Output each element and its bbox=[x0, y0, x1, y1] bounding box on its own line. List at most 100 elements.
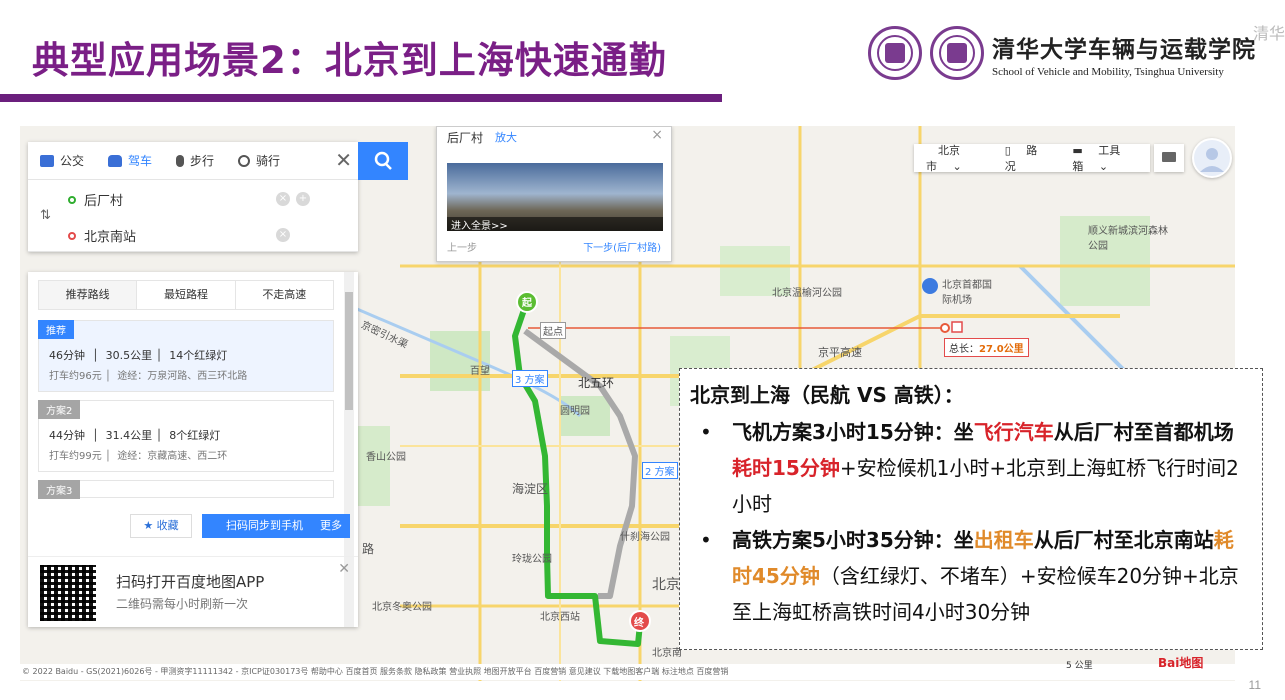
route-plan-3[interactable]: 方案3 bbox=[38, 480, 334, 499]
end-field-value: 北京南站 bbox=[84, 230, 137, 245]
route-plan-2[interactable]: 方案2 44分钟 │ 31.4公里 │ 8个红绿灯 打车约99元 │ 途经：京藏… bbox=[38, 400, 334, 472]
start-dot-icon bbox=[68, 195, 76, 204]
plan-distance: 31.4公里 bbox=[105, 429, 153, 442]
plan-summary: 44分钟 │ 31.4公里 │ 8个红绿灯 bbox=[49, 429, 221, 442]
flight-end-marker bbox=[951, 321, 963, 333]
plan3-map-tag[interactable]: 3 方案 bbox=[512, 370, 548, 387]
main-route bbox=[512, 300, 643, 647]
favorite-button[interactable]: ★ 收藏 bbox=[130, 514, 192, 538]
bullet-icon: • bbox=[700, 420, 712, 444]
school-name-en: School of Vehicle and Mobility, Tsinghua… bbox=[992, 66, 1224, 78]
comparison-textbox: 北京到上海（民航 VS 高铁）： • 飞机方案3小时15分钟：坐飞行汽车从后厂村… bbox=[679, 368, 1263, 650]
scrollbar-thumb[interactable] bbox=[345, 292, 353, 410]
place-label-dongao: 北京冬奥公园 bbox=[372, 602, 432, 613]
plan-via: 途经：京藏高速、西二环 bbox=[117, 451, 228, 462]
city-label-beijing: 北京 bbox=[652, 577, 680, 593]
search-icon bbox=[374, 151, 392, 170]
message-button[interactable] bbox=[1154, 144, 1184, 172]
mode-transit[interactable]: 公交 bbox=[40, 152, 84, 169]
sync-to-phone-button[interactable]: 扫码同步到手机 更多 bbox=[202, 514, 350, 538]
avatar[interactable] bbox=[1192, 138, 1232, 178]
mode-drive[interactable]: 驾车 bbox=[108, 152, 152, 169]
road-label-jingping: 京平高速 bbox=[818, 346, 862, 359]
airport-icon bbox=[922, 278, 938, 294]
start-field[interactable]: 后厂村 bbox=[68, 190, 123, 209]
end-field[interactable]: 北京南站 bbox=[68, 226, 136, 245]
route-search-panel: 公交 驾车 步行 骑行 ✕ ⇅ 后厂村 × + 北京南站 × bbox=[28, 142, 358, 252]
clear-start-icon[interactable]: × bbox=[276, 192, 290, 206]
clear-end-icon[interactable]: × bbox=[276, 228, 290, 242]
add-waypoint-icon[interactable]: + bbox=[296, 192, 310, 206]
plan-distance: 30.5公里 bbox=[105, 349, 153, 362]
message-icon bbox=[1162, 152, 1176, 162]
origin-tag: 起点 bbox=[540, 322, 566, 339]
place-label-baiwang: 百望 bbox=[470, 366, 490, 377]
flight-plan-item: • 飞机方案3小时15分钟：坐飞行汽车从后厂村至首都机场耗时15分钟+安检候机1… bbox=[690, 414, 1252, 522]
place-label-airport: 北京首都国际机场 bbox=[942, 280, 992, 306]
place-label-wenyu: 北京温榆河公园 bbox=[772, 288, 842, 299]
more-button[interactable]: 更多 bbox=[320, 514, 342, 538]
close-icon[interactable]: × bbox=[651, 127, 663, 143]
qr-title: 扫码打开百度地图APP bbox=[116, 573, 265, 591]
close-icon[interactable]: ✕ bbox=[335, 148, 352, 172]
map-footer: © 2022 Baidu - GS(2021)6026号 - 甲测资字11111… bbox=[20, 664, 1235, 680]
user-icon bbox=[1200, 148, 1224, 172]
end-marker-label: 终 bbox=[634, 618, 644, 629]
car-icon bbox=[108, 154, 123, 167]
prev-step-link[interactable]: 上一步 bbox=[447, 239, 477, 254]
tab-no-highway[interactable]: 不走高速 bbox=[236, 281, 333, 309]
plan-detail: 打车约99元 │ 途经：京藏高速、西二环 bbox=[49, 451, 228, 462]
total-distance-label: 总长：27.0公里 bbox=[944, 338, 1029, 357]
panorama-link[interactable]: 进入全景>> bbox=[447, 217, 663, 232]
plan-tag: 方案3 bbox=[38, 480, 81, 499]
tab-shortest[interactable]: 最短路程 bbox=[137, 281, 236, 309]
road-label-north5: 北五环 bbox=[578, 376, 615, 390]
rail-plan-route: 从后厂村至北京南站 bbox=[1033, 528, 1214, 552]
traffic-label: 路况 bbox=[1004, 144, 1038, 173]
place-label-shichahai: 什刹海公园 bbox=[620, 532, 670, 543]
flight-plan-route: 从后厂村至首都机场 bbox=[1053, 420, 1234, 444]
mode-drive-label: 驾车 bbox=[128, 154, 153, 168]
bus-icon bbox=[40, 154, 54, 167]
rail-plan-vehicle: 出租车 bbox=[973, 528, 1034, 552]
plan-time: 44分钟 bbox=[49, 429, 85, 442]
close-icon[interactable]: ✕ bbox=[338, 561, 350, 577]
mode-bike[interactable]: 骑行 bbox=[238, 152, 280, 169]
popup-zoom-link[interactable]: 放大 bbox=[495, 129, 517, 145]
slide: 典型应用场景2：北京到上海快速通勤 清华大学车辆与运载学院 School of … bbox=[0, 0, 1285, 700]
district-label-haidian: 海淀区 bbox=[512, 482, 549, 496]
place-label-beijing-south: 北京南 bbox=[652, 648, 682, 659]
tab-recommended[interactable]: 推荐路线 bbox=[39, 281, 138, 309]
plan-summary: 46分钟 │ 30.5公里 │ 14个红绿灯 bbox=[49, 349, 228, 362]
start-field-value: 后厂村 bbox=[84, 194, 124, 209]
place-label-beijing-west: 北京西站 bbox=[540, 612, 580, 623]
toolbox-button[interactable]: ▬ 工具箱 ⌄ bbox=[1060, 142, 1150, 174]
popup-title: 后厂村 bbox=[447, 131, 484, 145]
traffic-button[interactable]: ▯ 路况 bbox=[993, 142, 1061, 174]
swap-icon[interactable]: ⇅ bbox=[40, 208, 51, 223]
road-label: 路 bbox=[362, 542, 375, 556]
city-selector[interactable]: 北京市 ⌄ bbox=[914, 142, 993, 174]
place-label-linglong: 玲珑公园 bbox=[512, 554, 552, 565]
search-button[interactable] bbox=[358, 142, 408, 180]
university-seal-icon bbox=[868, 26, 922, 80]
sync-label: 扫码同步到手机 bbox=[226, 519, 303, 532]
plan-taxi: 打车约96元 bbox=[49, 371, 102, 382]
place-label-shunyi: 顺义新城滨河森林公园 bbox=[1088, 226, 1168, 252]
title-underline bbox=[0, 94, 722, 102]
map-toolbar: 北京市 ⌄ ▯ 路况 ▬ 工具箱 ⌄ bbox=[914, 142, 1150, 174]
total-distance-prefix: 总长： bbox=[949, 344, 979, 355]
toolbox-label: 工具箱 bbox=[1072, 144, 1121, 173]
travel-mode-bar: 公交 驾车 步行 骑行 ✕ bbox=[28, 142, 358, 180]
mode-walk-label: 步行 bbox=[190, 154, 215, 168]
bike-icon bbox=[238, 154, 251, 167]
route-inputs: ⇅ 后厂村 × + 北京南站 × bbox=[28, 180, 358, 252]
route-tabs: 推荐路线 最短路程 不走高速 bbox=[38, 280, 334, 310]
mode-walk[interactable]: 步行 bbox=[176, 152, 214, 169]
baidu-map-logo: Bai地图 bbox=[1158, 656, 1204, 670]
next-step-link[interactable]: 下一步(后厂村路) bbox=[583, 239, 661, 254]
plan2-map-tag[interactable]: 2 方案 bbox=[642, 462, 678, 479]
route-plan-1[interactable]: 推荐 46分钟 │ 30.5公里 │ 14个红绿灯 打车约96元 │ 途经：万泉… bbox=[38, 320, 334, 392]
flight-plan-lead: 飞机方案3小时15分钟：坐 bbox=[732, 420, 974, 444]
mode-transit-label: 公交 bbox=[60, 154, 85, 168]
